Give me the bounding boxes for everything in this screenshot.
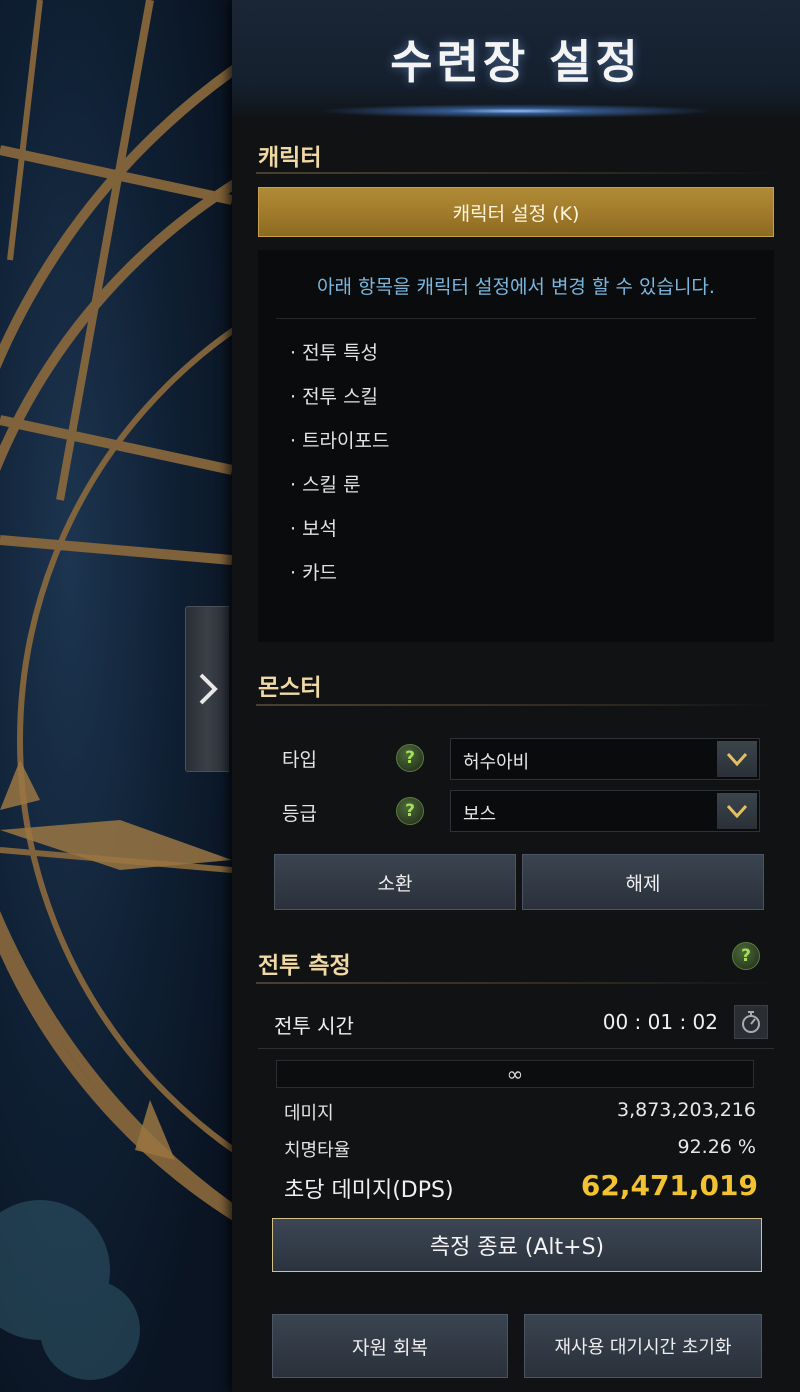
collapse-panel-tab[interactable]: [185, 606, 229, 772]
list-item: · 전투 특성: [290, 342, 379, 364]
section-title-combat: 전투 측정: [258, 953, 351, 979]
release-button[interactable]: 해제: [522, 854, 764, 910]
character-settings-list: · 전투 특성 · 전투 스킬 · 트라이포드 · 스킬 룬 · 보석 · 카드: [290, 338, 389, 602]
damage-label: 데미지: [284, 1103, 334, 1124]
section-divider: [256, 172, 776, 174]
divider: [276, 318, 756, 319]
header-glow: [316, 104, 716, 118]
section-divider: [256, 704, 776, 706]
combat-stats-box: 전투 시간 00 : 01 : 02 ∞ 데미지 3,873,203,216 치…: [258, 996, 774, 1208]
damage-value: 3,873,203,216: [616, 1099, 756, 1121]
chevron-down-icon: [717, 793, 757, 829]
chevron-right-icon: [199, 673, 218, 705]
stopwatch-icon[interactable]: [734, 1005, 768, 1039]
monster-hp-bar: ∞: [276, 1060, 754, 1088]
panel-header: 수련장 설정: [232, 0, 800, 118]
dps-label: 초당 데미지(DPS): [284, 1178, 454, 1203]
combat-time-row: 전투 시간 00 : 01 : 02: [258, 996, 774, 1049]
monster-type-value: 허수아비: [463, 752, 530, 773]
monster-type-select[interactable]: 허수아비: [450, 738, 760, 780]
dps-value: 62,471,019: [580, 1169, 758, 1202]
section-title-monster: 몬스터: [258, 675, 322, 701]
resource-recover-button[interactable]: 자원 회복: [272, 1314, 508, 1378]
help-icon[interactable]: ?: [396, 797, 424, 825]
monster-type-label: 타입: [282, 749, 317, 771]
help-icon[interactable]: ?: [732, 942, 760, 970]
monster-grade-select[interactable]: 보스: [450, 790, 760, 832]
list-item: · 보석: [290, 518, 338, 540]
crit-rate-label: 치명타율: [284, 1140, 351, 1161]
character-info-box: 아래 항목을 캐릭터 설정에서 변경 할 수 있습니다. · 전투 특성 · 전…: [258, 250, 774, 642]
crit-rate-value: 92.26 %: [677, 1136, 757, 1158]
page-title: 수련장 설정: [390, 35, 642, 89]
section-divider: [256, 982, 776, 984]
list-item: · 전투 스킬: [290, 386, 379, 408]
list-item: · 트라이포드: [290, 430, 390, 452]
combat-time-value: 00 : 01 : 02: [602, 1010, 718, 1034]
combat-time-label: 전투 시간: [274, 1014, 354, 1038]
chevron-down-icon: [717, 741, 757, 777]
monster-grade-label: 등급: [282, 803, 317, 825]
summon-button[interactable]: 소환: [274, 854, 516, 910]
help-icon[interactable]: ?: [396, 744, 424, 772]
list-item: · 카드: [290, 562, 338, 584]
end-measurement-button[interactable]: 측정 종료 (Alt+S): [272, 1218, 762, 1272]
training-settings-panel: 수련장 설정 캐릭터 캐릭터 설정 (K) 아래 항목을 캐릭터 설정에서 변경…: [232, 0, 800, 1392]
list-item: · 스킬 룬: [290, 474, 361, 496]
monster-grade-value: 보스: [463, 804, 497, 825]
reset-cooldown-button[interactable]: 재사용 대기시간 초기화: [524, 1314, 762, 1378]
character-info-text: 아래 항목을 캐릭터 설정에서 변경 할 수 있습니다.: [317, 276, 715, 298]
section-title-character: 캐릭터: [258, 145, 322, 171]
character-settings-button[interactable]: 캐릭터 설정 (K): [258, 187, 774, 237]
